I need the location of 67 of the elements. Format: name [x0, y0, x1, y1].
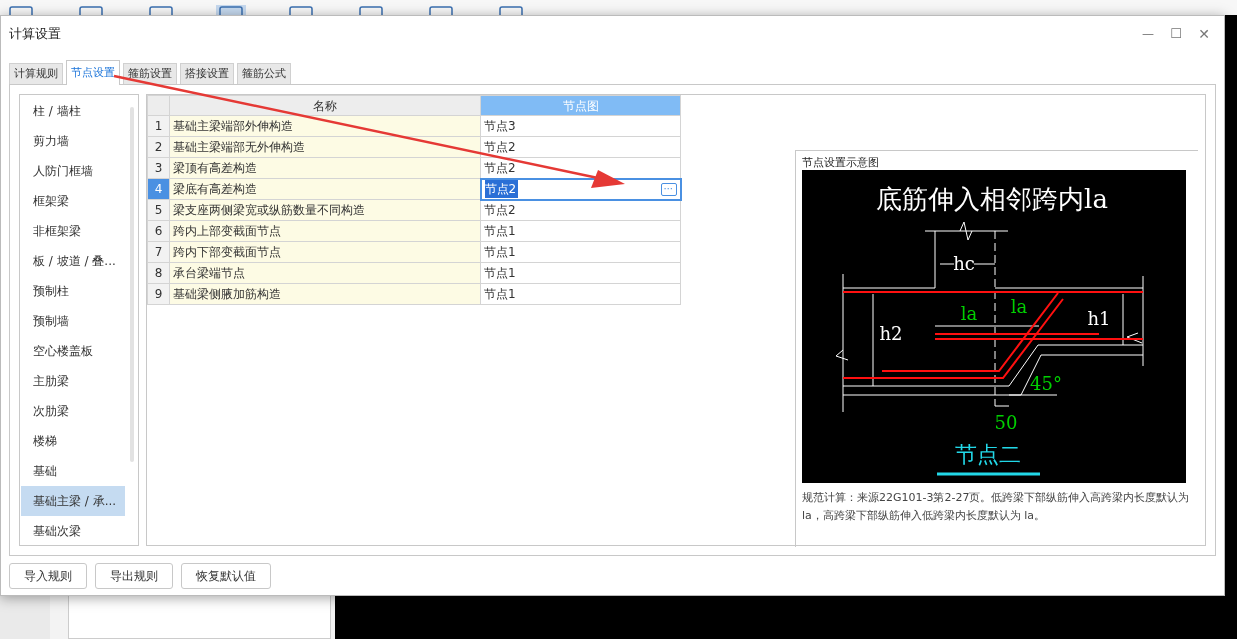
maximize-button[interactable]: ☐ — [1168, 23, 1184, 45]
table-cell: 节点2 — [480, 199, 681, 221]
category-item[interactable]: 预制柱 — [21, 276, 125, 306]
category-item[interactable]: 剪力墙 — [21, 126, 125, 156]
diagram-label: 50 — [994, 412, 1018, 433]
diagram-label: h1 — [1087, 308, 1111, 329]
table-cell: 梁底有高差构造 — [169, 178, 481, 200]
close-button[interactable]: ✕ — [1196, 23, 1212, 45]
action-button[interactable]: 导入规则 — [9, 563, 87, 589]
category-item[interactable]: 柱 / 墙柱 — [21, 96, 125, 126]
table-cell: 节点1 — [480, 283, 681, 305]
minimize-button[interactable]: — — [1140, 23, 1156, 45]
table-cell: 承台梁端节点 — [169, 262, 481, 284]
category-item[interactable]: 非框架梁 — [21, 216, 125, 246]
toolbar-icon[interactable] — [146, 5, 176, 15]
table-cell: 节点1 — [480, 220, 681, 242]
toolbar-icon[interactable] — [356, 5, 386, 15]
table-cell: 节点1 — [480, 262, 681, 284]
tab[interactable]: 计算规则 — [9, 63, 63, 84]
diagram-label: 底筋伸入相邻跨内la — [876, 184, 1108, 214]
row-number[interactable]: 3 — [147, 157, 170, 179]
tab[interactable]: 节点设置 — [66, 60, 120, 85]
table-cell: 节点1 — [480, 241, 681, 263]
row-number[interactable]: 8 — [147, 262, 170, 284]
toolbar-icon[interactable] — [6, 5, 36, 15]
row-number[interactable]: 2 — [147, 136, 170, 158]
table-cell: 跨内上部变截面节点 — [169, 220, 481, 242]
toolbar-icon[interactable] — [76, 5, 106, 15]
row-number[interactable]: 6 — [147, 220, 170, 242]
table-cell: 跨内下部变截面节点 — [169, 241, 481, 263]
action-button[interactable]: 导出规则 — [95, 563, 173, 589]
category-item[interactable]: 框架梁 — [21, 186, 125, 216]
diagram-label: la — [1010, 296, 1028, 317]
toolbar-icon[interactable] — [426, 5, 456, 15]
diagram-label: hc — [953, 253, 975, 274]
toolbar-icon[interactable] — [286, 5, 316, 15]
category-item[interactable]: 预制墙 — [21, 306, 125, 336]
action-button[interactable]: 恢复默认值 — [181, 563, 271, 589]
row-number[interactable]: 9 — [147, 283, 170, 305]
category-item[interactable]: 主肋梁 — [21, 366, 125, 396]
column-header[interactable]: 名称 — [169, 95, 481, 116]
preview-title: 节点设置示意图 — [802, 155, 880, 170]
description-text: 规范计算：来源22G101-3第2-27页。低跨梁下部纵筋伸入高跨梁内长度默认为 la，高跨梁下部纵筋伸入低跨梁内长度默认为 la。 — [802, 490, 1191, 524]
category-item[interactable]: 楼梯 — [21, 426, 125, 456]
diagram-label: la — [960, 303, 978, 324]
diagram-label: h2 — [879, 323, 903, 344]
dialog-title: 计算设置 — [9, 25, 61, 44]
category-item[interactable]: 基础主梁 / 承... — [21, 486, 125, 516]
tab[interactable]: 箍筋公式 — [237, 63, 291, 84]
category-item[interactable]: 空心楼盖板 — [21, 336, 125, 366]
diagram-label: 45° — [1030, 373, 1062, 394]
table-cell: 梁顶有高差构造 — [169, 157, 481, 179]
table-cell: 节点3 — [480, 115, 681, 137]
category-item[interactable]: 板 / 坡道 / 叠... — [21, 246, 125, 276]
diagram-label: 节点二 — [955, 442, 1021, 467]
tab[interactable]: 箍筋设置 — [123, 63, 177, 84]
row-number[interactable]: 1 — [147, 115, 170, 137]
toolbar-icon[interactable] — [496, 5, 526, 15]
row-number[interactable]: 5 — [147, 199, 170, 221]
table-cell: 梁支座两侧梁宽或纵筋数量不同构造 — [169, 199, 481, 221]
tab[interactable]: 搭接设置 — [180, 63, 234, 84]
category-item[interactable]: 基础次梁 — [21, 516, 125, 546]
category-item[interactable]: 人防门框墙 — [21, 156, 125, 186]
category-item[interactable]: 次肋梁 — [21, 396, 125, 426]
row-number[interactable]: 7 — [147, 241, 170, 263]
table-cell: 基础梁侧腋加筋构造 — [169, 283, 481, 305]
category-item[interactable]: 基础 — [21, 456, 125, 486]
